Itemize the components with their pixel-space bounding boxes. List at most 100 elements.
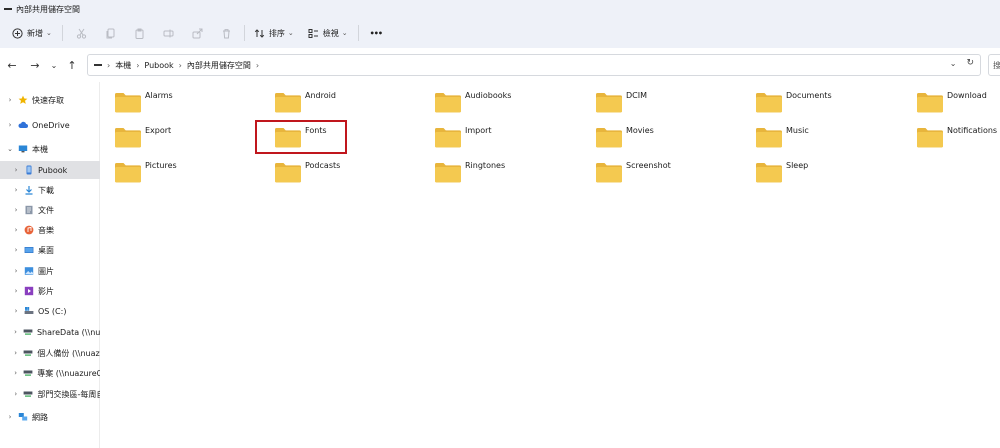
folder-item-podcasts[interactable]: Podcasts — [260, 156, 410, 188]
folder-item-download[interactable]: Download — [902, 86, 1000, 118]
expand-chevron-icon[interactable]: › — [12, 390, 19, 398]
folder-item-screenshot[interactable]: Screenshot — [581, 156, 731, 188]
address-history-button[interactable]: ⌄ — [950, 59, 957, 68]
sort-button[interactable]: 排序 ⌄ — [254, 22, 294, 44]
breadcrumb-this-pc[interactable]: 本機 — [115, 60, 131, 71]
new-button-label: 新增 — [27, 28, 43, 38]
expand-chevron-icon[interactable]: › — [12, 287, 20, 295]
star-icon — [18, 95, 28, 105]
nav-item-personal-backup[interactable]: › 個人備份 (\\nuazu — [0, 344, 100, 362]
search-input[interactable]: 搜 — [988, 54, 1000, 76]
address-bar[interactable]: › 本機 › Pubook › 內部共用儲存空間 › ⌄ ↻ — [87, 54, 981, 76]
cloud-icon — [18, 120, 28, 130]
trash-icon — [222, 28, 230, 38]
folder-label: Music — [786, 125, 809, 135]
collapse-chevron-icon[interactable]: ⌄ — [6, 145, 14, 153]
paste-button[interactable] — [134, 22, 145, 44]
nav-item-label: 下載 — [38, 185, 54, 195]
nav-item-os-c[interactable]: › OS (C:) — [0, 302, 100, 320]
expand-chevron-icon[interactable]: › — [6, 413, 14, 421]
folder-icon — [596, 93, 622, 113]
nav-item-quick-access[interactable]: › 快速存取 — [0, 91, 100, 109]
expand-chevron-icon[interactable]: › — [6, 121, 14, 129]
nav-item-sharedata[interactable]: › ShareData (\\nuaz — [0, 323, 100, 341]
expand-chevron-icon[interactable]: › — [12, 166, 20, 174]
copy-icon — [106, 28, 115, 38]
nav-item-documents[interactable]: › 文件 — [0, 201, 100, 219]
expand-chevron-icon[interactable]: › — [12, 186, 20, 194]
expand-chevron-icon[interactable]: › — [12, 226, 20, 234]
nav-item-onedrive[interactable]: › OneDrive — [0, 116, 100, 134]
arrow-up-icon: ↑ — [67, 58, 77, 72]
breadcrumb-separator-icon: › — [178, 60, 182, 70]
up-button[interactable]: ↑ — [62, 55, 82, 75]
new-button[interactable]: 新增 ⌄ — [12, 22, 52, 44]
breadcrumb-separator-icon: › — [136, 60, 140, 70]
recent-locations-button[interactable]: ⌄ — [44, 55, 64, 75]
refresh-button[interactable]: ↻ — [966, 58, 974, 68]
folder-label: Podcasts — [305, 160, 341, 170]
expand-chevron-icon[interactable]: › — [12, 246, 20, 254]
nav-item-label: OS (C:) — [38, 306, 67, 316]
expand-chevron-icon[interactable]: › — [6, 96, 14, 104]
nav-item-pubook[interactable]: › Pubook — [0, 161, 100, 179]
plus-circle-icon — [12, 27, 23, 39]
folder-item-ringtones[interactable]: Ringtones — [420, 156, 570, 188]
clipboard-icon — [135, 28, 144, 39]
nav-item-pictures[interactable]: › 圖片 — [0, 262, 100, 280]
delete-button[interactable] — [221, 22, 232, 44]
expand-chevron-icon[interactable]: › — [12, 349, 19, 357]
folder-item-notifications[interactable]: Notifications — [902, 121, 1000, 153]
folder-icon — [435, 163, 461, 183]
sort-arrows-icon — [254, 28, 265, 38]
expand-chevron-icon[interactable]: › — [12, 328, 19, 336]
folder-label: Sleep — [786, 160, 809, 170]
nav-item-project[interactable]: › 專案 (\\nuazure05 — [0, 364, 100, 382]
forward-button[interactable]: → — [25, 55, 45, 75]
nav-item-label: 本機 — [32, 144, 48, 154]
nav-item-desktop[interactable]: › 桌面 — [0, 241, 100, 259]
nav-item-network[interactable]: › 網路 — [0, 408, 100, 426]
nav-item-label: 影片 — [38, 286, 54, 296]
folder-item-import[interactable]: Import — [420, 121, 570, 153]
nav-item-this-pc[interactable]: ⌄ 本機 — [0, 140, 100, 158]
nav-item-department-exchange[interactable]: › 部門交換區-每周自 — [0, 385, 100, 403]
nav-item-label: 音樂 — [38, 225, 54, 235]
folder-item-android[interactable]: Android — [260, 86, 410, 118]
share-button[interactable] — [192, 22, 203, 44]
breadcrumb-pubook[interactable]: Pubook — [144, 61, 173, 70]
folder-item-documents[interactable]: Documents — [741, 86, 891, 118]
expand-chevron-icon[interactable]: › — [12, 267, 20, 275]
back-button[interactable]: ← — [2, 55, 22, 75]
pc-icon — [18, 144, 28, 154]
nav-item-downloads[interactable]: › 下載 — [0, 181, 100, 199]
folder-item-alarms[interactable]: Alarms — [100, 86, 250, 118]
folder-item-movies[interactable]: Movies — [581, 121, 731, 153]
more-options-button[interactable]: ••• — [370, 22, 383, 44]
folder-item-export[interactable]: Export — [100, 121, 250, 153]
toolbar-divider — [243, 25, 245, 41]
expand-chevron-icon[interactable]: › — [12, 206, 20, 214]
breadcrumb-internal-storage[interactable]: 內部共用儲存空間 — [187, 60, 251, 71]
folder-item-sleep[interactable]: Sleep — [741, 156, 891, 188]
document-icon — [24, 205, 34, 215]
nav-item-music[interactable]: › 音樂 — [0, 221, 100, 239]
folder-icon — [275, 163, 301, 183]
device-icon — [24, 165, 34, 175]
drive-icon — [24, 306, 34, 316]
download-icon — [24, 185, 34, 195]
nav-item-videos[interactable]: › 影片 — [0, 282, 100, 300]
cut-button[interactable] — [76, 22, 87, 44]
copy-button[interactable] — [105, 22, 116, 44]
folder-item-pictures[interactable]: Pictures — [100, 156, 250, 188]
rename-icon — [163, 29, 174, 37]
expand-chevron-icon[interactable]: › — [12, 369, 19, 377]
folder-item-music[interactable]: Music — [741, 121, 891, 153]
expand-chevron-icon[interactable]: › — [12, 307, 20, 315]
view-button[interactable]: 檢視 ⌄ — [308, 22, 348, 44]
folder-item-audiobooks[interactable]: Audiobooks — [420, 86, 570, 118]
folder-item-dcim[interactable]: DCIM — [581, 86, 731, 118]
rename-button[interactable] — [163, 22, 174, 44]
folder-label: Download — [947, 90, 987, 100]
drive-icon — [94, 64, 102, 66]
